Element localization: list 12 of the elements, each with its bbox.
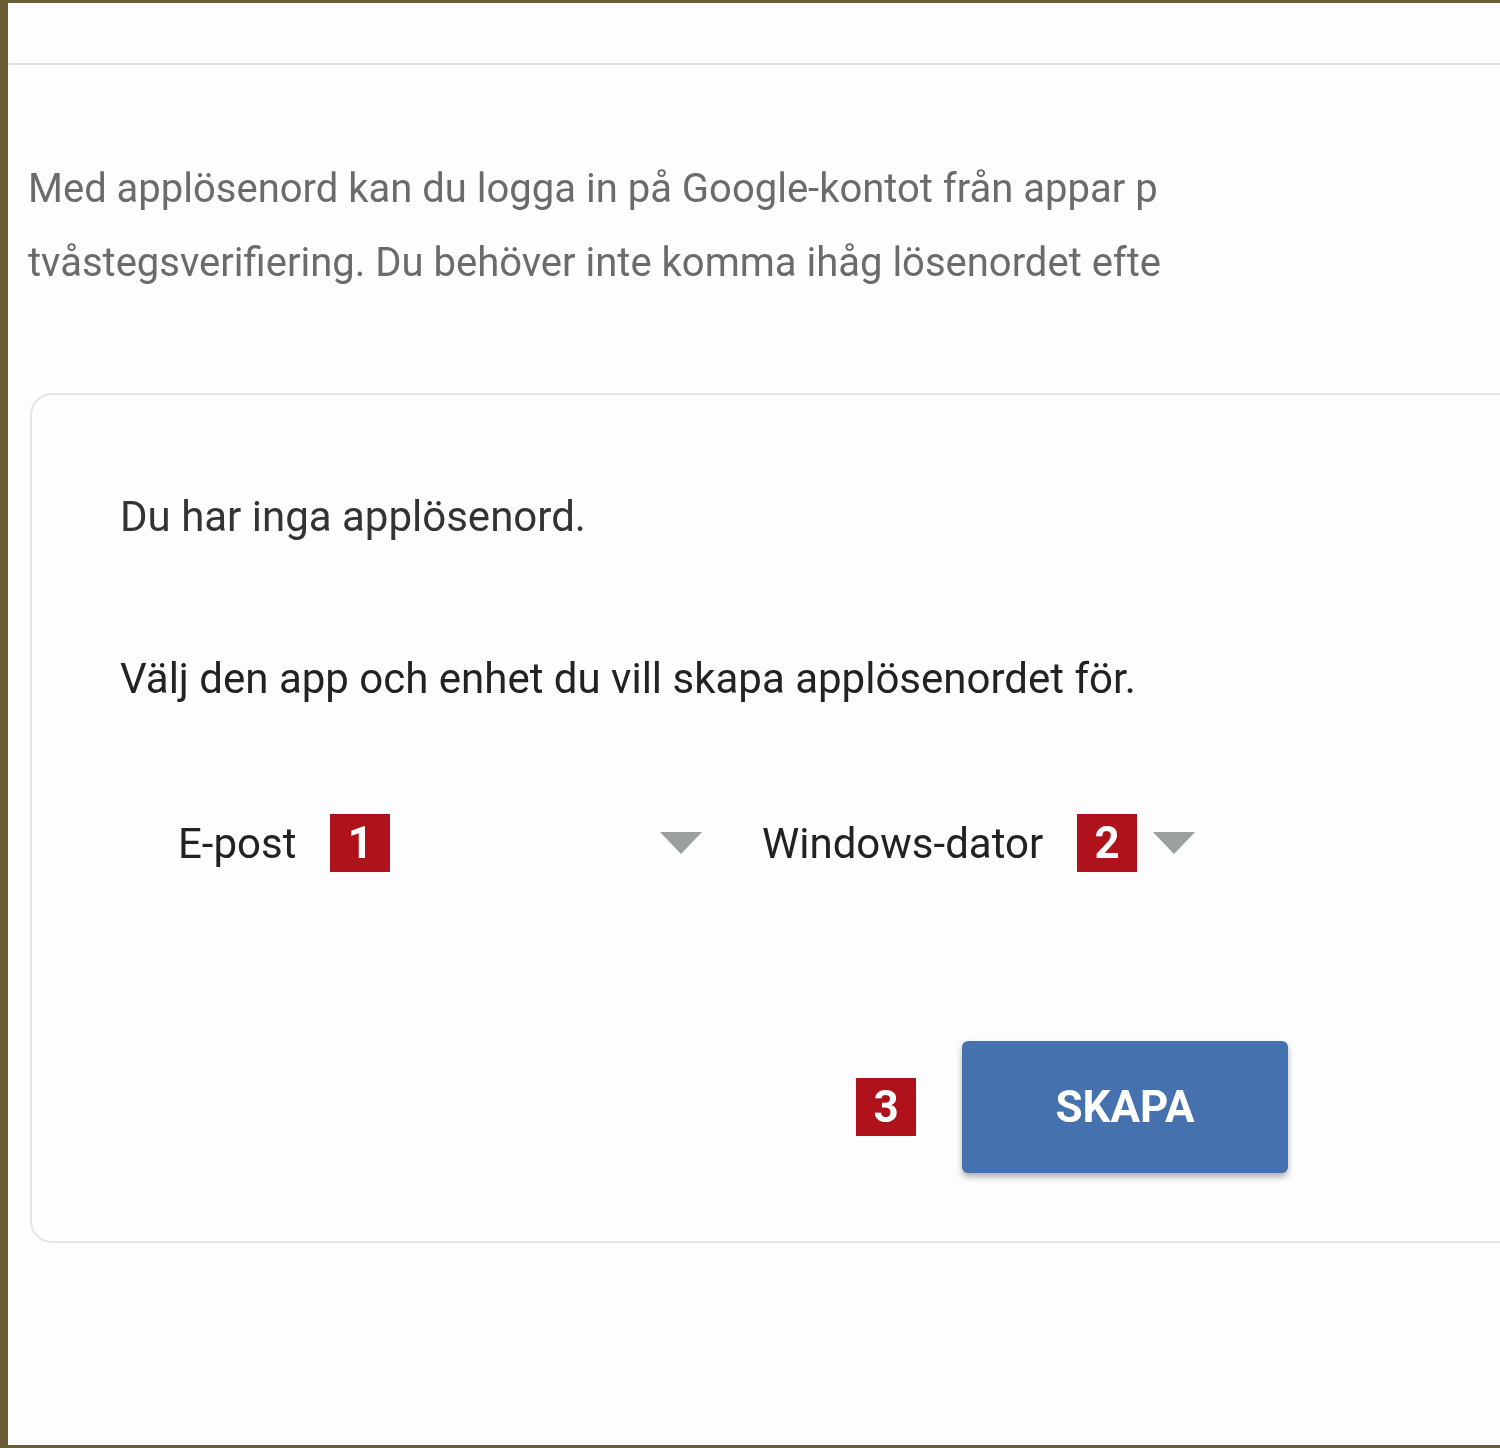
empty-message: Du har inga applösenord. <box>120 491 587 543</box>
description-text: Med applösenord kan du logga in på Google-kontot från appar p <box>28 164 1158 214</box>
dropdown-arrow-icon <box>1153 832 1196 854</box>
description-text: tvåstegsverifiering. Du behöver inte komma ihåg lösenordet efte <box>28 238 1162 288</box>
dropdown-arrow-icon <box>660 832 702 854</box>
create-button[interactable]: SKAPA <box>962 1041 1288 1173</box>
step-marker: 1 <box>330 814 391 872</box>
dropdown[interactable]: Windows-dator 2 <box>762 813 1282 873</box>
step-marker: 3 <box>856 1078 916 1136</box>
instruction-text: Välj den app och enhet du vill skapa applösenordet för. <box>120 653 1137 705</box>
dropdown[interactable]: E-post 1 <box>178 813 702 873</box>
step-marker: 2 <box>1077 814 1138 872</box>
